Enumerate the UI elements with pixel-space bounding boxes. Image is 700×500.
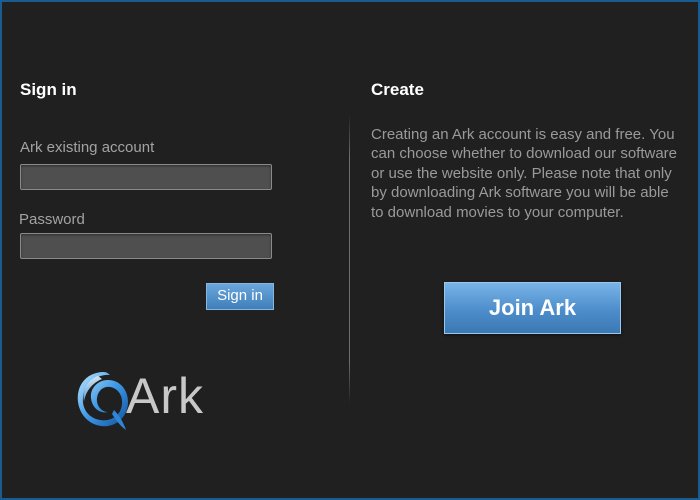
account-label: Ark existing account <box>20 139 155 156</box>
create-heading: Create <box>371 80 424 99</box>
join-ark-button[interactable]: Join Ark <box>444 282 621 334</box>
password-label: Password <box>19 211 85 228</box>
signin-heading: Sign in <box>20 80 77 99</box>
logo-text: Ark <box>126 368 204 424</box>
signin-button[interactable]: Sign in <box>206 283 274 310</box>
column-divider <box>349 114 350 404</box>
create-description: Creating an Ark account is easy and free… <box>371 126 678 221</box>
password-input[interactable] <box>20 233 272 259</box>
login-panel: Sign in Ark existing account Password Si… <box>0 0 700 500</box>
ark-swirl-logo-icon <box>77 372 128 430</box>
account-input[interactable] <box>20 164 272 190</box>
ark-logo: Ark <box>74 366 224 432</box>
